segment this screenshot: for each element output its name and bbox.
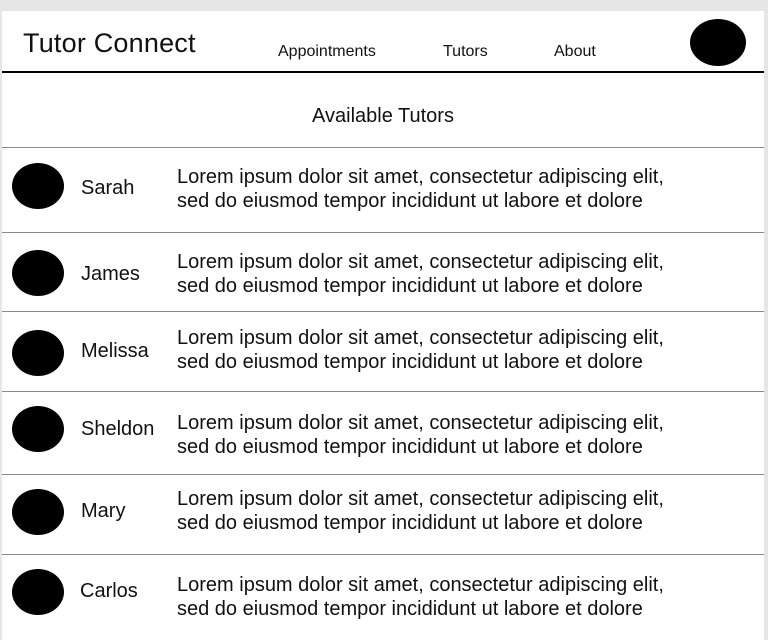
tutor-description-line: Lorem ipsum dolor sit amet, consectetur … xyxy=(177,327,664,349)
tutor-name: Sarah xyxy=(81,177,135,199)
tutor-name: Sheldon xyxy=(81,418,155,440)
nav-link-about[interactable]: About xyxy=(554,42,596,62)
tutor-description-line: sed do eiusmod tempor incididunt ut labo… xyxy=(177,436,643,458)
tutor-avatar-icon xyxy=(12,163,64,209)
tutor-name: James xyxy=(81,263,140,285)
tutor-row-james[interactable]: James Lorem ipsum dolor sit amet, consec… xyxy=(2,233,764,312)
tutor-description-line: Lorem ipsum dolor sit amet, consectetur … xyxy=(177,166,664,188)
tutor-description: Lorem ipsum dolor sit amet, consectetur … xyxy=(177,250,747,298)
nav-link-tutors[interactable]: Tutors xyxy=(443,42,488,62)
tutor-row-mary[interactable]: Mary Lorem ipsum dolor sit amet, consect… xyxy=(2,475,764,555)
tutor-name: Carlos xyxy=(80,580,138,602)
tutor-description-line: sed do eiusmod tempor incididunt ut labo… xyxy=(177,598,643,620)
section-title: Available Tutors xyxy=(312,105,454,127)
tutor-name: Melissa xyxy=(81,340,149,362)
tutor-description-line: sed do eiusmod tempor incididunt ut labo… xyxy=(177,351,643,373)
tutor-description-line: Lorem ipsum dolor sit amet, consectetur … xyxy=(177,488,664,510)
app-title: Tutor Connect xyxy=(23,28,196,58)
tutor-row-sheldon[interactable]: Sheldon Lorem ipsum dolor sit amet, cons… xyxy=(2,392,764,475)
section-header: Available Tutors xyxy=(2,73,764,148)
tutor-row-sarah[interactable]: Sarah Lorem ipsum dolor sit amet, consec… xyxy=(2,148,764,233)
nav-link-appointments[interactable]: Appointments xyxy=(278,42,376,62)
tutor-description-line: Lorem ipsum dolor sit amet, consectetur … xyxy=(177,574,664,596)
tutor-avatar-icon xyxy=(12,330,64,376)
top-navigation-bar: Tutor Connect Appointments Tutors About xyxy=(2,11,764,73)
tutor-description-line: Lorem ipsum dolor sit amet, consectetur … xyxy=(177,251,664,273)
tutor-avatar-icon xyxy=(12,489,64,535)
tutor-description: Lorem ipsum dolor sit amet, consectetur … xyxy=(177,487,747,535)
app-frame: Tutor Connect Appointments Tutors About … xyxy=(2,11,764,640)
tutor-description-line: Lorem ipsum dolor sit amet, consectetur … xyxy=(177,412,664,434)
tutor-avatar-icon xyxy=(12,569,64,615)
tutor-name: Mary xyxy=(81,500,126,522)
tutor-description-line: sed do eiusmod tempor incididunt ut labo… xyxy=(177,275,643,297)
tutor-row-melissa[interactable]: Melissa Lorem ipsum dolor sit amet, cons… xyxy=(2,312,764,392)
tutor-description: Lorem ipsum dolor sit amet, consectetur … xyxy=(177,573,747,621)
tutor-description: Lorem ipsum dolor sit amet, consectetur … xyxy=(177,165,747,213)
tutor-description: Lorem ipsum dolor sit amet, consectetur … xyxy=(177,411,747,459)
tutor-description-line: sed do eiusmod tempor incididunt ut labo… xyxy=(177,190,643,212)
tutor-avatar-icon xyxy=(12,406,64,452)
tutor-description: Lorem ipsum dolor sit amet, consectetur … xyxy=(177,326,747,374)
user-avatar-icon[interactable] xyxy=(690,19,746,66)
tutor-row-carlos[interactable]: Carlos Lorem ipsum dolor sit amet, conse… xyxy=(2,555,764,640)
tutor-avatar-icon xyxy=(12,250,64,296)
tutor-description-line: sed do eiusmod tempor incididunt ut labo… xyxy=(177,512,643,534)
